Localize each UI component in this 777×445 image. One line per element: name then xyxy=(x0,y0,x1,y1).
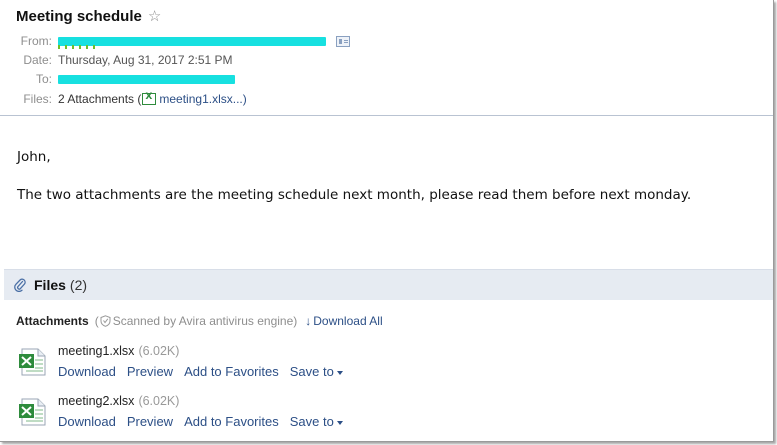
attachment-actions: Download Preview Add to Favorites Save t… xyxy=(58,364,354,379)
download-all-label: Download All xyxy=(313,314,383,328)
chevron-down-icon xyxy=(336,420,343,425)
to-row: To: xyxy=(0,70,235,88)
download-link[interactable]: Download xyxy=(58,364,116,379)
attachment-size: (6.02K) xyxy=(138,394,180,408)
files-summary-close: ) xyxy=(242,92,247,106)
from-row: From: xyxy=(0,32,350,50)
antivirus-note: ( Scanned by Avira antivirus engine) xyxy=(95,314,298,328)
attachment-name-line: meeting1.xlsx (6.02K) xyxy=(58,344,179,358)
files-summary-text: 2 Attachments ( xyxy=(58,92,142,106)
message-text: The two attachments are the meeting sche… xyxy=(17,187,692,203)
files-summary: 2 Attachments ( meeting1.xlsx... ) xyxy=(58,92,247,106)
attachment-item: meeting2.xlsx (6.02K) Download Preview Ad… xyxy=(18,393,718,433)
chevron-down-icon xyxy=(336,370,343,375)
subject-line: Meeting schedule ☆ xyxy=(16,8,161,25)
antivirus-note-open: ( xyxy=(94,314,99,328)
vcard-icon[interactable] xyxy=(336,35,350,47)
to-label: To: xyxy=(35,72,52,86)
save-to-dropdown[interactable]: Save to xyxy=(290,364,343,379)
files-row: Files: 2 Attachments ( meeting1.xlsx... … xyxy=(0,90,247,108)
recipient-redacted xyxy=(58,74,235,84)
excel-file-icon xyxy=(142,92,157,105)
add-to-favorites-link[interactable]: Add to Favorites xyxy=(184,364,279,379)
excel-file-icon xyxy=(19,348,46,376)
attachments-label: Attachments xyxy=(16,314,89,328)
star-icon[interactable]: ☆ xyxy=(148,9,161,24)
email-subject: Meeting schedule xyxy=(16,8,142,25)
attachment-size: (6.02K) xyxy=(138,344,180,358)
date-label: Date: xyxy=(23,53,52,67)
preview-link[interactable]: Preview xyxy=(127,414,173,429)
message-greeting: John, xyxy=(17,149,51,165)
download-link[interactable]: Download xyxy=(58,414,116,429)
from-label: From: xyxy=(20,34,52,48)
attachment-item: meeting1.xlsx (6.02K) Download Preview Ad… xyxy=(18,343,718,383)
antivirus-note-text: Scanned by Avira antivirus engine) xyxy=(112,314,298,328)
files-panel-header: Files (2) xyxy=(4,269,773,300)
attachments-toolbar: Attachments ( Scanned by Avira antivirus… xyxy=(16,314,383,328)
preview-link[interactable]: Preview xyxy=(127,364,173,379)
files-label: Files: xyxy=(23,92,52,106)
date-row: Date: Thursday, Aug 31, 2017 2:51 PM xyxy=(0,51,233,69)
download-all-button[interactable]: ↓ Download All xyxy=(305,314,382,328)
save-to-label: Save to xyxy=(289,414,334,429)
save-to-dropdown[interactable]: Save to xyxy=(290,414,343,429)
first-attachment-link[interactable]: meeting1.xlsx... xyxy=(159,92,242,106)
attachment-filename[interactable]: meeting1.xlsx xyxy=(58,344,134,358)
excel-file-icon xyxy=(19,398,46,426)
attachment-actions: Download Preview Add to Favorites Save t… xyxy=(58,414,354,429)
email-header: Meeting schedule ☆ From: Date: Thursday,… xyxy=(0,0,773,116)
shield-icon xyxy=(100,315,111,327)
files-panel-title: Files xyxy=(34,277,66,293)
sender-redacted xyxy=(58,36,326,49)
date-value: Thursday, Aug 31, 2017 2:51 PM xyxy=(58,53,233,67)
email-view: Meeting schedule ☆ From: Date: Thursday,… xyxy=(0,0,774,442)
attachment-name-line: meeting2.xlsx (6.02K) xyxy=(58,394,179,408)
down-arrow-icon: ↓ xyxy=(305,314,312,328)
paperclip-icon xyxy=(14,278,26,292)
files-count: (2) xyxy=(69,277,88,293)
add-to-favorites-link[interactable]: Add to Favorites xyxy=(184,414,279,429)
attachment-filename[interactable]: meeting2.xlsx xyxy=(58,394,134,408)
save-to-label: Save to xyxy=(289,364,334,379)
